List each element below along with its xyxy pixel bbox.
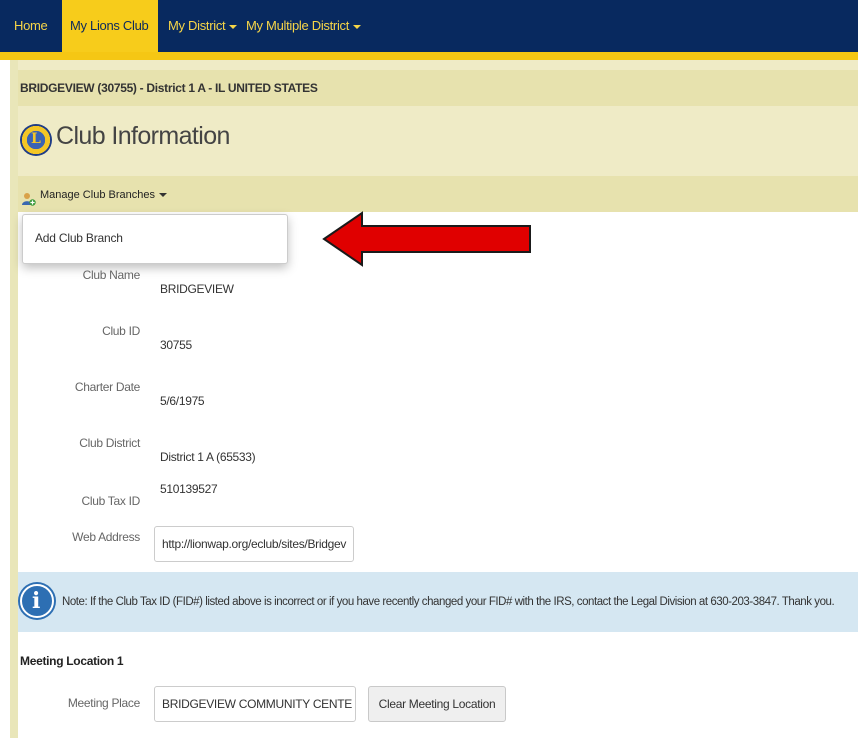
club-id-value: 30755 bbox=[160, 338, 192, 352]
charter-date-value: 5/6/1975 bbox=[160, 394, 205, 408]
lions-logo-icon bbox=[20, 124, 52, 156]
meeting-location-heading: Meeting Location 1 bbox=[20, 654, 124, 668]
nav-my-district[interactable]: My District bbox=[168, 0, 238, 52]
chevron-down-icon bbox=[158, 193, 167, 198]
club-id-label: Club ID bbox=[102, 324, 140, 338]
nav-my-district-label: My District bbox=[168, 18, 226, 33]
manage-club-branches-button[interactable]: Manage Club Branches bbox=[18, 180, 175, 210]
clear-meeting-location-button[interactable]: Clear Meeting Location bbox=[368, 686, 506, 722]
breadcrumb: BRIDGEVIEW (30755) - District 1 A - IL U… bbox=[18, 70, 858, 106]
tax-id-note-text: Note: If the Club Tax ID (FID#) listed a… bbox=[62, 596, 835, 608]
chevron-down-icon bbox=[229, 24, 238, 29]
title-row: Club Information bbox=[18, 116, 858, 166]
branches-dropdown-menu: Add Club Branch bbox=[22, 214, 288, 264]
club-tax-id-label: Club Tax ID bbox=[81, 494, 140, 508]
web-address-input[interactable]: http://lionwap.org/eclub/sites/Bridgev bbox=[154, 526, 354, 562]
nav-my-multiple-district-label: My Multiple District bbox=[246, 18, 350, 33]
club-district-value: District 1 A (65533) bbox=[160, 450, 256, 464]
nav-accent-line bbox=[0, 52, 858, 60]
charter-date-label: Charter Date bbox=[74, 380, 140, 394]
top-nav-bar: Home My Lions Club My District My Multip… bbox=[0, 0, 858, 81]
nav-my-lions-club-label: My Lions Club bbox=[70, 18, 149, 33]
annotation-arrow-icon bbox=[322, 211, 531, 267]
page-title: Club Information bbox=[56, 122, 230, 150]
chevron-down-icon bbox=[353, 24, 362, 29]
club-name-value: BRIDGEVIEW bbox=[160, 282, 234, 296]
nav-my-lions-club[interactable]: My Lions Club bbox=[62, 0, 158, 81]
info-icon bbox=[20, 584, 54, 618]
nav-home[interactable]: Home bbox=[14, 0, 48, 52]
menu-item-add-club-branch[interactable]: Add Club Branch bbox=[35, 231, 123, 245]
left-border bbox=[10, 60, 18, 738]
manage-club-branches-label: Manage Club Branches bbox=[40, 189, 155, 201]
meeting-place-label: Meeting Place bbox=[67, 696, 140, 710]
nav-my-multiple-district[interactable]: My Multiple District bbox=[246, 0, 362, 52]
web-address-label: Web Address bbox=[72, 530, 140, 544]
meeting-place-input[interactable]: BRIDGEVIEW COMMUNITY CENTE bbox=[154, 686, 356, 722]
user-add-icon bbox=[22, 188, 36, 206]
club-tax-id-value: 510139527 bbox=[160, 482, 218, 496]
club-district-label: Club District bbox=[79, 436, 140, 450]
club-name-label: Club Name bbox=[82, 268, 141, 282]
